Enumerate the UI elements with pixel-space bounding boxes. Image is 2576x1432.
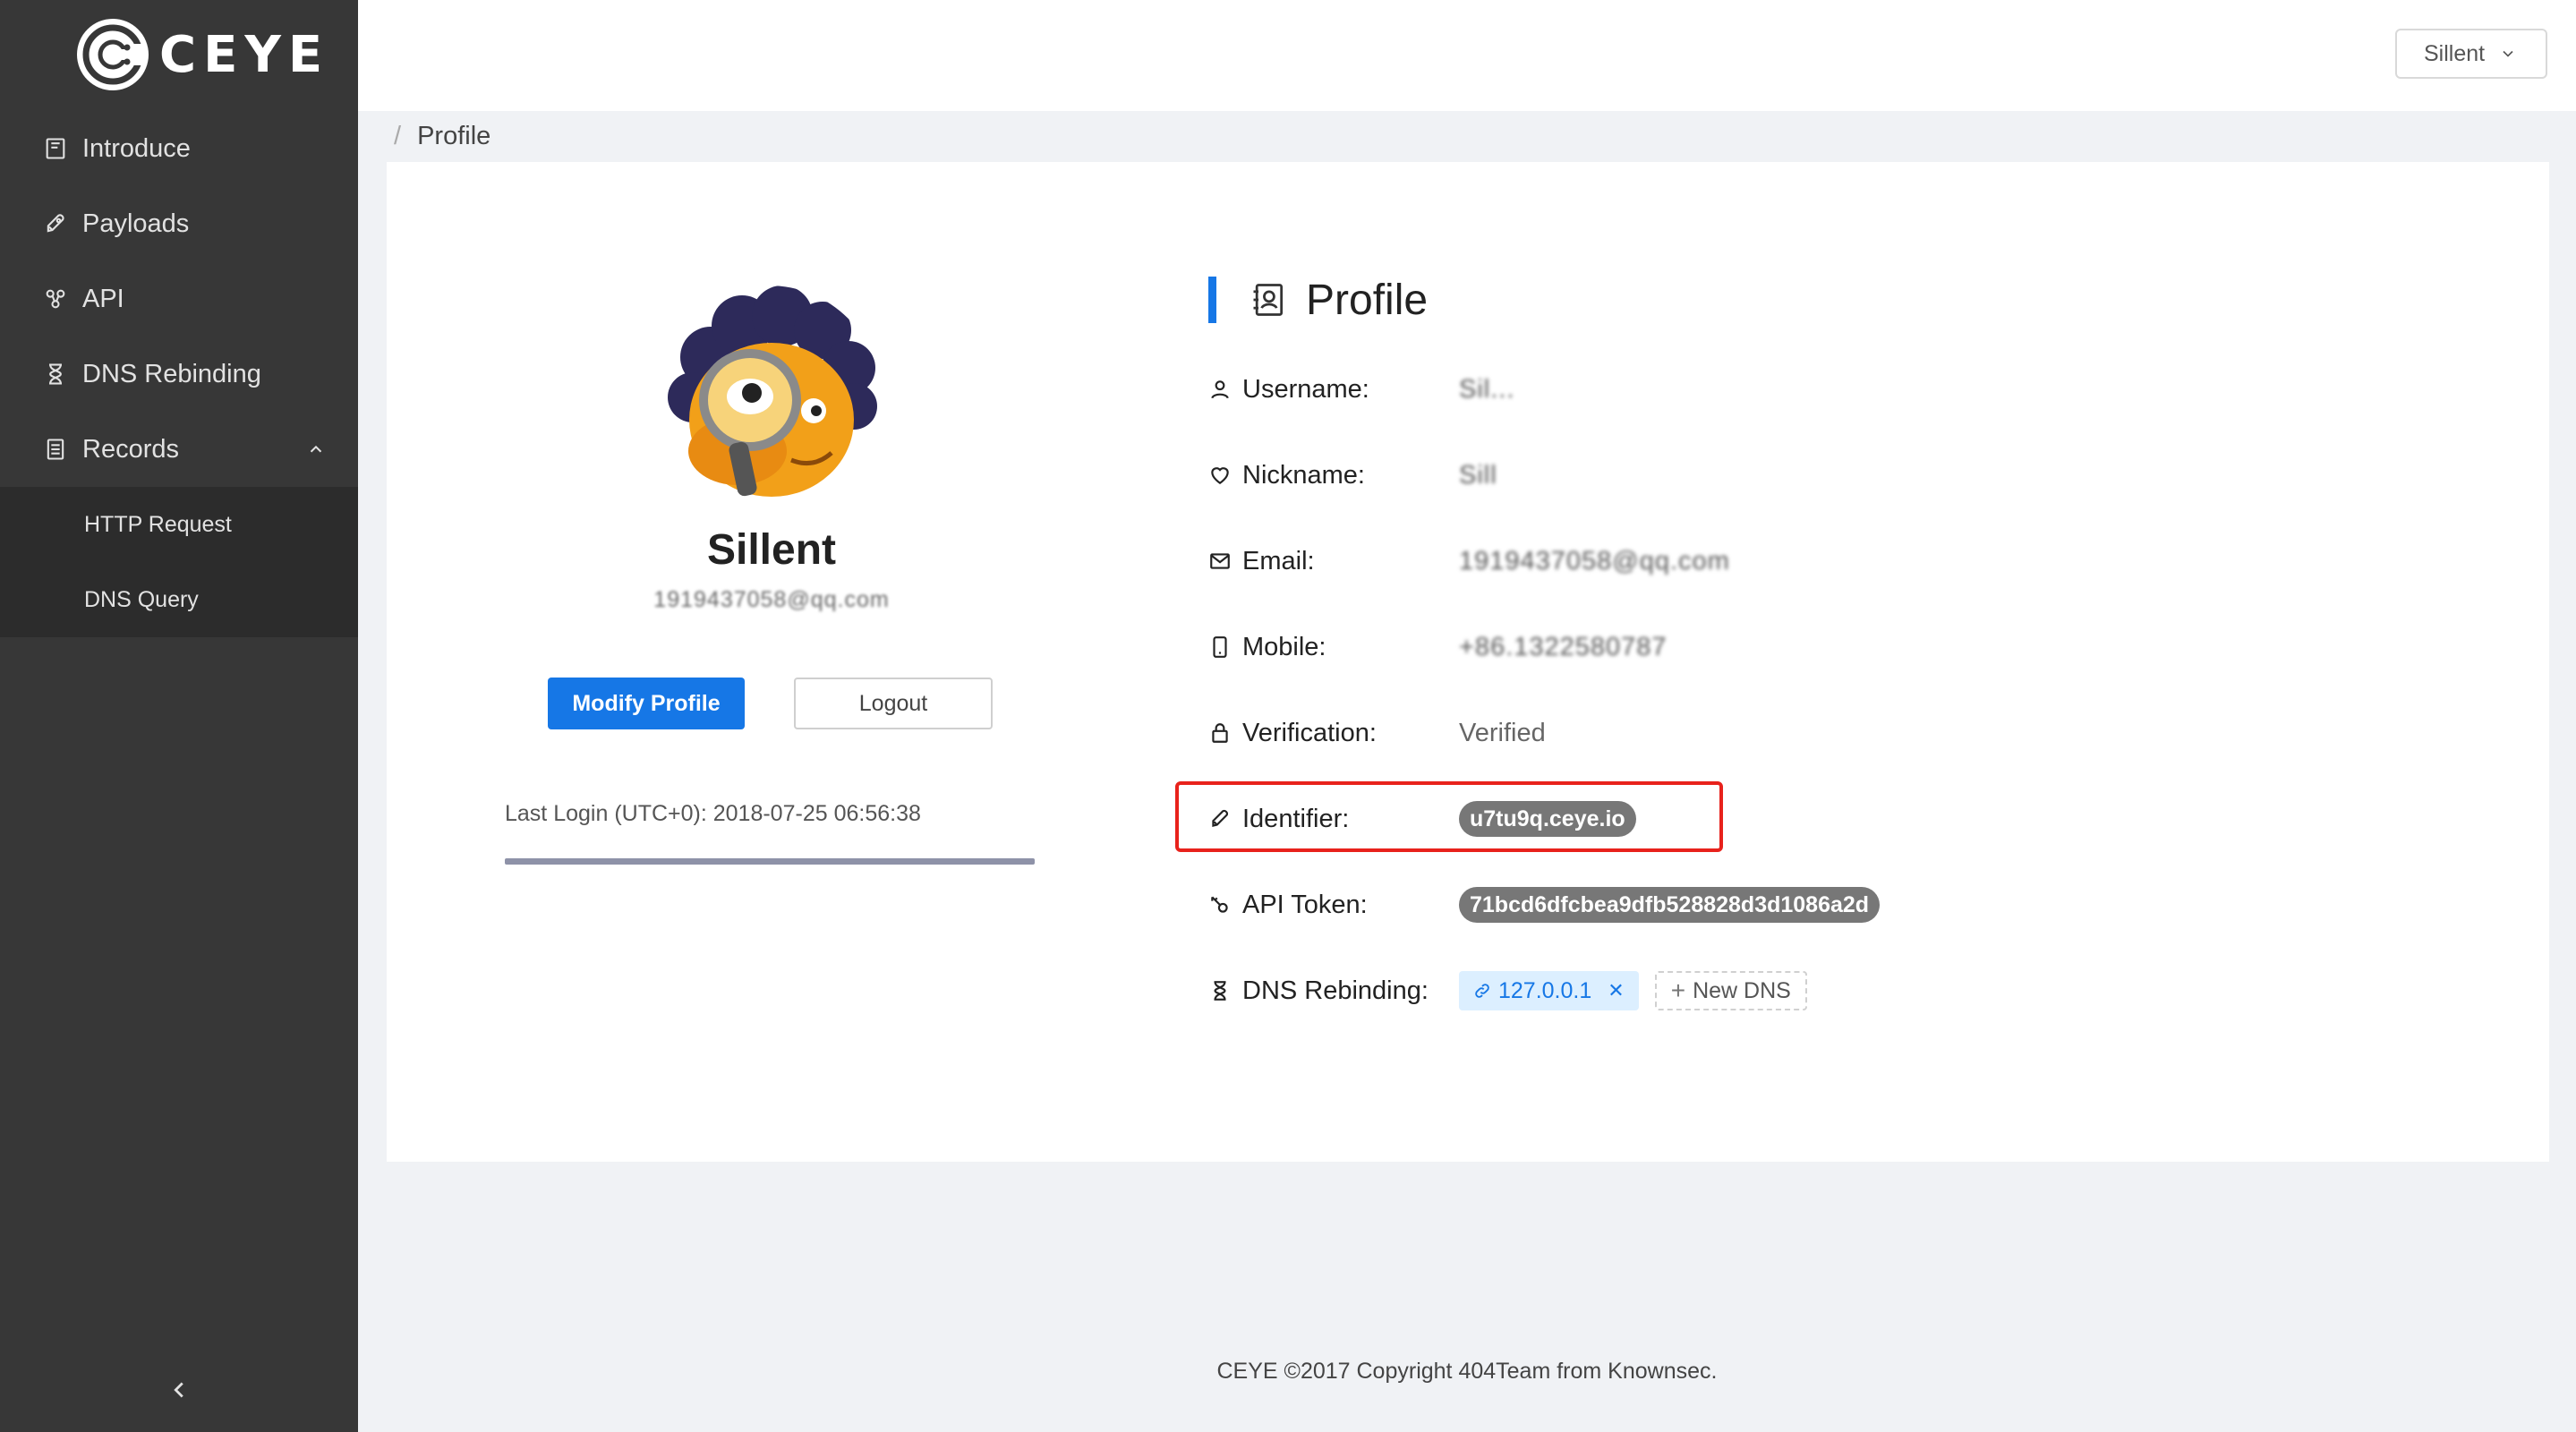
chevron-down-icon xyxy=(2503,50,2513,57)
field-label-text: Nickname: xyxy=(1242,460,1365,490)
field-dns-rebinding: DNS Rebinding: 127.0.0.1 ✕ + New DNS xyxy=(1208,948,2282,1034)
profile-card: Sillent 1919437058@qq.com Modify Profile… xyxy=(387,162,2549,1162)
title-accent-bar xyxy=(1208,277,1216,323)
sidebar-item-label: DNS Rebinding xyxy=(82,359,261,388)
sidebar-subitem-http-request[interactable]: HTTP Request xyxy=(0,487,358,562)
field-username: Username: Sil... xyxy=(1208,346,2282,432)
plus-icon: + xyxy=(1670,976,1686,1004)
field-label-text: Username: xyxy=(1242,374,1369,404)
field-label-text: API Token: xyxy=(1242,890,1368,919)
contact-card-icon xyxy=(1253,284,1284,316)
sidebar-subitem-label: DNS Query xyxy=(84,586,199,612)
breadcrumb-separator: / xyxy=(394,121,402,150)
close-icon[interactable]: ✕ xyxy=(1608,979,1624,1002)
verification-value: Verified xyxy=(1459,718,1546,747)
user-menu-label: Sillent xyxy=(2424,40,2486,66)
display-name: Sillent xyxy=(706,526,837,574)
key-icon xyxy=(1211,896,1228,913)
sidebar-item-records[interactable]: Records xyxy=(0,412,358,487)
rocket-icon xyxy=(1212,809,1228,827)
field-mobile: Mobile: +86.1322580787 xyxy=(1208,604,2282,690)
breadcrumb-current: Profile xyxy=(417,121,491,150)
new-dns-label: New DNS xyxy=(1693,977,1791,1003)
field-label-text: Identifier: xyxy=(1242,804,1350,833)
sidebar-item-introduce[interactable]: Introduce xyxy=(0,111,358,186)
field-label: Verification: xyxy=(1208,719,1459,748)
email-value: 1919437058@qq.com xyxy=(1459,546,1730,575)
field-label: Username: xyxy=(1208,375,1459,405)
user-menu-dropdown[interactable]: Sillent xyxy=(2395,29,2547,79)
field-email: Email: 1919437058@qq.com xyxy=(1208,518,2282,604)
sidebar-item-label: Introduce xyxy=(82,133,191,163)
profile-fields: Username: Sil... Nickname: Sill Email: 1… xyxy=(1208,346,2282,1034)
sidebar-nav: Introduce Payloads API DNS Rebinding Rec… xyxy=(0,111,358,637)
field-nickname: Nickname: Sill xyxy=(1208,432,2282,518)
sidebar-item-label: Payloads xyxy=(82,209,190,238)
field-identifier: Identifier: u7tu9q.ceye.io xyxy=(1208,776,2282,862)
ceye-logo-icon xyxy=(77,19,149,90)
last-login-divider xyxy=(505,858,1035,865)
display-email: 1919437058@qq.com xyxy=(653,587,890,612)
document-icon xyxy=(43,437,68,462)
book-icon xyxy=(43,136,68,161)
app-root: CEYE Introduce Payloads API DNS Rebindin… xyxy=(0,0,2576,1432)
logo[interactable]: CEYE xyxy=(75,16,329,93)
profile-title-text: Profile xyxy=(1306,276,1429,324)
sidebar-subitem-dns-query[interactable]: DNS Query xyxy=(0,562,358,637)
field-label: Email: xyxy=(1208,547,1459,576)
field-verification: Verification: Verified xyxy=(1208,690,2282,776)
field-label: DNS Rebinding: xyxy=(1208,976,1459,1006)
identifier-value[interactable]: u7tu9q.ceye.io xyxy=(1459,801,1636,837)
api-token-value[interactable]: 71bcd6dfcbea9dfb528828d3d1086a2d xyxy=(1459,887,1881,923)
collapse-sidebar-icon[interactable] xyxy=(166,1377,192,1403)
field-label-text: Verification: xyxy=(1242,718,1377,747)
sidebar-item-dns-rebinding[interactable]: DNS Rebinding xyxy=(0,337,358,412)
dns-tag[interactable]: 127.0.0.1 ✕ xyxy=(1459,971,1639,1010)
sidebar-item-label: API xyxy=(82,284,124,313)
field-label-text: Email: xyxy=(1242,546,1315,575)
field-label: Identifier: xyxy=(1208,805,1459,834)
field-label-text: Mobile: xyxy=(1242,632,1326,661)
mobile-icon xyxy=(1213,636,1227,658)
user-icon xyxy=(1211,380,1229,399)
username-value: Sil... xyxy=(1459,374,1515,404)
top-header: Sillent xyxy=(358,0,2576,111)
sidebar: CEYE Introduce Payloads API DNS Rebindin… xyxy=(0,0,358,1432)
dns-tag-label: 127.0.0.1 xyxy=(1498,977,1592,1003)
nickname-value: Sill xyxy=(1459,460,1497,490)
rocket-icon xyxy=(43,211,68,236)
new-dns-button[interactable]: + New DNS xyxy=(1654,971,1807,1010)
field-label: Mobile: xyxy=(1208,633,1459,662)
avatar-image xyxy=(657,286,881,509)
sidebar-item-payloads[interactable]: Payloads xyxy=(0,186,358,261)
mobile-value: +86.1322580787 xyxy=(1459,632,1668,661)
chevron-up-icon xyxy=(310,445,322,453)
link-icon xyxy=(1475,984,1489,998)
last-login-text: Last Login (UTC+0): 2018-07-25 06:56:38 xyxy=(505,801,921,826)
field-api-token: API Token: 71bcd6dfcbea9dfb528828d3d1086… xyxy=(1208,862,2282,948)
footer: CEYE ©2017 Copyright 404Team from Knowns… xyxy=(1216,1359,1718,1384)
field-label: API Token: xyxy=(1208,891,1459,920)
sidebar-item-api[interactable]: API xyxy=(0,261,358,337)
field-label-text: DNS Rebinding: xyxy=(1242,976,1429,1005)
records-submenu: HTTP Request DNS Query xyxy=(0,487,358,637)
heart-icon xyxy=(1211,467,1229,484)
sidebar-subitem-label: HTTP Request xyxy=(84,511,232,537)
sidebar-item-label: Records xyxy=(82,434,179,464)
mail-icon xyxy=(1210,553,1230,569)
profile-section-title: Profile xyxy=(1208,273,1428,327)
hourglass-icon xyxy=(43,362,68,387)
hourglass-icon xyxy=(1214,981,1226,1001)
api-icon xyxy=(43,286,68,311)
field-label: Nickname: xyxy=(1208,461,1459,490)
logout-button[interactable]: Logout xyxy=(794,678,993,729)
breadcrumb: / Profile xyxy=(394,120,490,152)
logo-text: CEYE xyxy=(159,25,330,84)
avatar[interactable] xyxy=(657,286,881,509)
modify-profile-button[interactable]: Modify Profile xyxy=(548,678,745,729)
lock-icon xyxy=(1212,723,1228,743)
